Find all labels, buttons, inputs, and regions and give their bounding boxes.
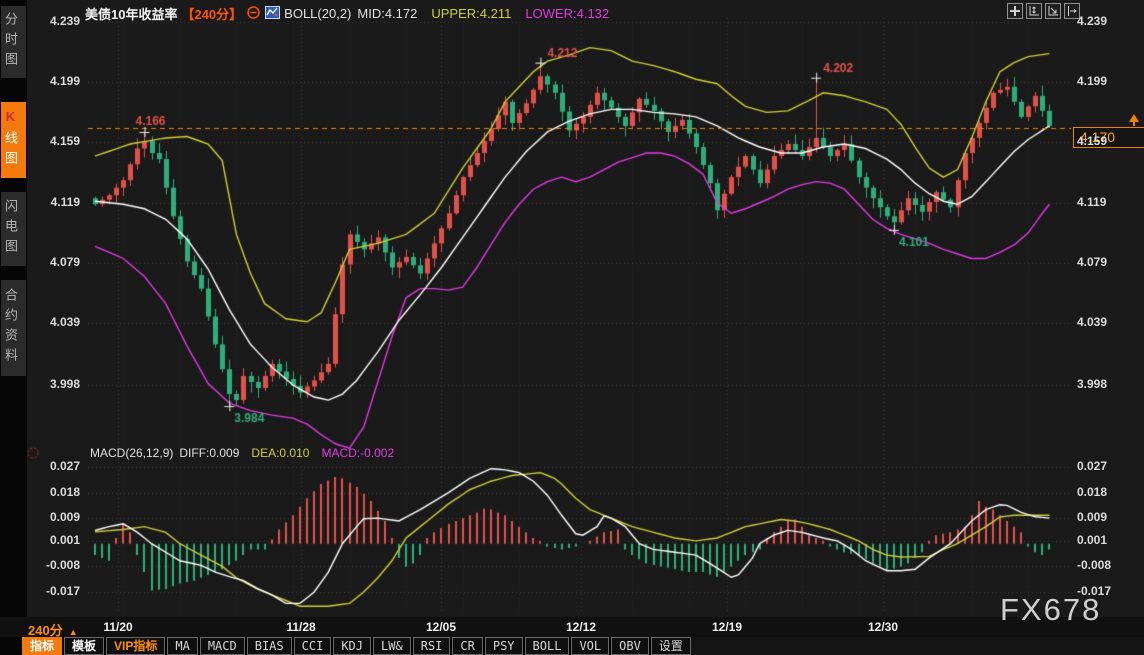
toolbar-button-VIP指标[interactable]: VIP指标 xyxy=(106,637,165,655)
toolbar-button-CCI[interactable]: CCI xyxy=(294,637,332,655)
candlestick-macd-chart-canvas[interactable] xyxy=(0,0,1144,655)
main-y-axis-label: 4.039 xyxy=(0,315,80,329)
scale-diagonal-icon[interactable] xyxy=(1045,3,1061,19)
trading-app-window: 分时图 K线图 闪电图 合约资料 美债10年收益率【240分】BOLL(20,2… xyxy=(0,0,1144,655)
boll-lower-value: LOWER:4.132 xyxy=(525,6,609,21)
macd-y-axis-label: 0.009 xyxy=(1077,510,1107,524)
kline-k-letter: K xyxy=(3,109,18,131)
main-y-axis-label: 4.199 xyxy=(1077,74,1107,88)
instrument-title: 美债10年收益率 xyxy=(85,7,177,22)
macd-y-axis-label: -0.008 xyxy=(0,558,80,572)
macd-y-axis-label: 0.001 xyxy=(1077,533,1107,547)
macd-y-axis-label: 0.018 xyxy=(0,485,80,499)
macd-diff-value: DIFF:0.009 xyxy=(179,446,239,460)
toolbar-button-OBV[interactable]: OBV xyxy=(611,637,649,655)
toolbar-button-模板[interactable]: 模板 xyxy=(64,637,104,655)
main-y-axis-label: 4.119 xyxy=(1077,195,1106,209)
toolbar-button-LW&[interactable]: LW& xyxy=(373,637,411,655)
x-axis-date-label: 11/28 xyxy=(271,620,331,634)
toolbar-button-KDJ[interactable]: KDJ xyxy=(333,637,371,655)
price-arrow-icon xyxy=(1129,114,1139,122)
macd-y-axis-label: 0.018 xyxy=(1077,485,1107,499)
toolbar-button-指标[interactable]: 指标 xyxy=(22,637,62,655)
macd-y-axis-label: 0.001 xyxy=(0,533,80,547)
main-y-axis-label: 4.159 xyxy=(1077,134,1107,148)
main-y-axis-label: 4.239 xyxy=(0,14,80,28)
macd-formula-label: MACD(26,12,9) xyxy=(90,446,173,460)
main-y-axis-label: 4.079 xyxy=(0,255,80,269)
toolbar-button-VOL[interactable]: VOL xyxy=(571,637,609,655)
x-axis-date-label: 12/12 xyxy=(551,620,611,634)
boll-upper-value: UPPER:4.211 xyxy=(431,6,511,21)
x-axis-date-label: 12/05 xyxy=(411,620,471,634)
chevron-up-icon: ▲ xyxy=(69,627,78,637)
fx678-watermark: FX678 xyxy=(1000,592,1101,628)
collapse-circle-icon[interactable] xyxy=(247,6,260,22)
chart-header: 美债10年收益率【240分】 BOLL(20,2) MID:4.172 UPPER:4… xyxy=(85,4,609,20)
toolbar-button-PSY[interactable]: PSY xyxy=(485,637,523,655)
main-y-axis-label: 4.039 xyxy=(1077,315,1107,329)
macd-y-axis-label: 0.027 xyxy=(1077,459,1107,473)
toolbar-button-MA[interactable]: MA xyxy=(167,637,197,655)
move-crosshair-icon[interactable] xyxy=(1007,3,1023,19)
toolbar-button-BIAS[interactable]: BIAS xyxy=(247,637,292,655)
main-y-axis-label: 4.199 xyxy=(0,74,80,88)
main-y-axis-label: 4.159 xyxy=(0,134,80,148)
chart-tool-icons xyxy=(1007,3,1080,19)
macd-hist-value: MACD:-0.002 xyxy=(321,446,394,460)
boll-mid-value: MID:4.172 xyxy=(357,6,417,21)
period-label: 【240分】 xyxy=(181,7,242,22)
toolbar-button-CR[interactable]: CR xyxy=(452,637,482,655)
main-y-axis-label: 4.079 xyxy=(1077,255,1107,269)
x-axis-row: 240分 ▲ 11/20 11/28 12/05 12/12 12/19 12/30 xyxy=(0,617,1144,637)
chart-thumbnail-icon[interactable] xyxy=(265,6,280,22)
main-y-axis-label: 3.998 xyxy=(1077,377,1107,391)
scale-vertical-icon[interactable] xyxy=(1026,3,1042,19)
macd-y-axis-label: -0.008 xyxy=(1077,558,1111,572)
boll-indicator-label: BOLL(20,2) xyxy=(284,6,351,21)
x-axis-date-label: 11/20 xyxy=(88,620,148,634)
x-axis-date-label: 12/30 xyxy=(853,620,913,634)
macd-dea-value: DEA:0.010 xyxy=(251,446,309,460)
main-y-axis-label: 4.119 xyxy=(0,195,80,209)
toolbar-button-MACD[interactable]: MACD xyxy=(200,637,245,655)
macd-header: MACD(26,12,9) DIFF:0.009 DEA:0.010 MACD:-0.… xyxy=(90,446,394,460)
toolbar-button-设置[interactable]: 设置 xyxy=(651,637,691,655)
period-selector-label: 240分 xyxy=(28,623,63,638)
toolbar-button-BOLL[interactable]: BOLL xyxy=(525,637,570,655)
main-y-axis-label: 4.239 xyxy=(1077,14,1107,28)
macd-y-axis-label: -0.017 xyxy=(0,584,80,598)
macd-y-axis-label: 0.009 xyxy=(0,510,80,524)
toolbar-button-RSI[interactable]: RSI xyxy=(413,637,451,655)
x-axis-date-label: 12/19 xyxy=(697,620,757,634)
macd-y-axis-label: 0.027 xyxy=(0,459,80,473)
indicator-toolbar: 指标模板VIP指标MAMACDBIASCCIKDJLW&RSICRPSYBOLL… xyxy=(22,637,691,655)
main-y-axis-label: 3.998 xyxy=(0,377,80,391)
